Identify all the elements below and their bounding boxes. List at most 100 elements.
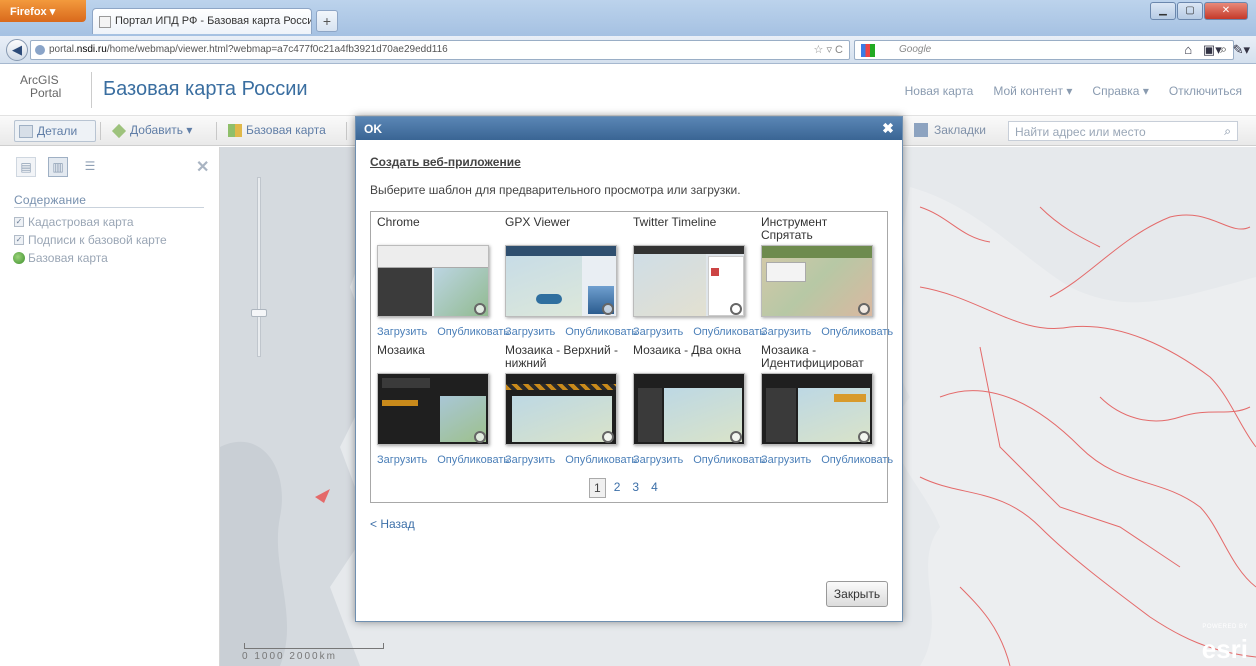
download-link[interactable]: Загрузить	[761, 454, 811, 466]
top-nav: Новая карта Мой контент ▾ Справка ▾ Откл…	[905, 84, 1242, 98]
template-name: Chrome	[377, 216, 420, 229]
add-icon	[111, 123, 127, 139]
layer-item[interactable]: ✓ Кадастровая карта	[14, 215, 204, 230]
scale-bar	[244, 643, 384, 649]
close-button[interactable]: Закрыть	[826, 581, 888, 607]
basemap-globe-icon	[13, 252, 25, 264]
url-bar[interactable]: portal.nsdi.ru/home/webmap/viewer.html?w…	[30, 40, 850, 60]
details-button[interactable]: Детали	[14, 120, 96, 142]
publish-link[interactable]: Опубликовать	[821, 326, 893, 338]
url-domain: nsdi.ru	[76, 44, 107, 55]
layer-item[interactable]: Базовая карта	[13, 251, 204, 266]
contents-tab-icon[interactable]: ▥	[48, 157, 68, 177]
close-icon[interactable]: ✖	[880, 120, 896, 136]
template-name: GPX Viewer	[505, 216, 571, 229]
find-address-input[interactable]: Найти адрес или место ⌕	[1008, 121, 1238, 141]
zoom-slider-handle[interactable]	[251, 309, 267, 317]
layer-label: Подписи к базовой карте	[28, 233, 167, 247]
template-actions: Загрузить Опубликовать	[377, 326, 519, 338]
download-link[interactable]: Загрузить	[505, 454, 555, 466]
about-tab-icon[interactable]: ▤	[16, 157, 36, 177]
template-actions: Загрузить Опубликовать	[377, 454, 519, 466]
maximize-icon[interactable]: ▢	[1177, 2, 1203, 20]
bookmark-star-icon[interactable]: ☆ ▿ C	[814, 43, 843, 56]
template-thumbnail[interactable]	[761, 373, 873, 445]
template-thumbnail[interactable]	[505, 245, 617, 317]
back-link[interactable]: < Назад	[370, 517, 415, 531]
new-tab-button[interactable]: +	[316, 10, 338, 32]
add-label: Добавить ▾	[130, 123, 193, 137]
nav-toolbar-icons: ⌂ ▣▾ ✎▾	[1184, 42, 1250, 58]
template-actions: Загрузить Опубликовать	[633, 454, 775, 466]
url-prefix: portal.	[49, 44, 77, 55]
download-link[interactable]: Загрузить	[633, 326, 683, 338]
page-link[interactable]: 1	[589, 478, 606, 498]
preview-magnifier-icon[interactable]	[858, 303, 870, 315]
browser-tab[interactable]: Портал ИПД РФ - Базовая карта России	[92, 8, 312, 34]
minimize-icon[interactable]: ▁	[1150, 2, 1176, 20]
nav-help[interactable]: Справка ▾	[1092, 84, 1148, 98]
template-thumbnail[interactable]	[633, 245, 745, 317]
arcgis-portal-logo[interactable]: ArcGIS Portal	[20, 74, 61, 100]
template-thumbnail[interactable]	[761, 245, 873, 317]
template-thumbnail[interactable]	[377, 373, 489, 445]
sidebar-close-icon[interactable]: ✕	[196, 157, 209, 177]
close-window-icon[interactable]: ✕	[1204, 2, 1248, 20]
preview-magnifier-icon[interactable]	[602, 303, 614, 315]
template-name: Мозаика - Два окна	[633, 344, 741, 357]
template-card[interactable]: Мозаика - Два окна Загрузить Опубликовать	[627, 340, 765, 468]
layer-label: Кадастровая карта	[28, 215, 134, 229]
layer-item[interactable]: ✓ Подписи к базовой карте	[14, 233, 204, 248]
preview-magnifier-icon[interactable]	[730, 303, 742, 315]
template-gallery: Chrome Загрузить Опубликовать GPX Viewer …	[370, 211, 893, 503]
preview-magnifier-icon[interactable]	[474, 303, 486, 315]
nav-new-map[interactable]: Новая карта	[905, 84, 974, 98]
home-icon[interactable]: ⌂	[1184, 42, 1192, 57]
addon-icon[interactable]: ▣▾	[1203, 42, 1222, 57]
download-link[interactable]: Загрузить	[633, 454, 683, 466]
page-link[interactable]: 3	[628, 478, 643, 498]
template-card[interactable]: Мозаика Загрузить Опубликовать	[371, 340, 509, 468]
publish-link[interactable]: Опубликовать	[821, 454, 893, 466]
template-card[interactable]: Мозаика - Идентифицироват Загрузить Опубл…	[755, 340, 893, 468]
download-link[interactable]: Загрузить	[761, 326, 811, 338]
details-icon	[19, 125, 33, 138]
bookmarks-button[interactable]: Закладки	[914, 123, 986, 137]
nav-my-content[interactable]: Мой контент ▾	[993, 84, 1072, 98]
extension-icon[interactable]: ✎▾	[1233, 42, 1250, 57]
google-engine-icon[interactable]	[861, 44, 875, 57]
search-icon[interactable]: ⌕	[1224, 124, 1231, 139]
template-card[interactable]: Chrome Загрузить Опубликовать	[371, 212, 509, 340]
template-card[interactable]: GPX Viewer Загрузить Опубликовать	[499, 212, 637, 340]
back-arrow-icon[interactable]: ◀	[6, 39, 28, 61]
zoom-slider-track[interactable]	[257, 177, 261, 357]
download-link[interactable]: Загрузить	[505, 326, 555, 338]
preview-magnifier-icon[interactable]	[858, 431, 870, 443]
nav-sign-out[interactable]: Отключиться	[1169, 84, 1242, 98]
preview-magnifier-icon[interactable]	[730, 431, 742, 443]
layer-checkbox[interactable]: ✓	[14, 217, 24, 227]
firefox-menu-button[interactable]: Firefox ▾	[0, 0, 86, 22]
download-link[interactable]: Загрузить	[377, 326, 427, 338]
esri-logo: POWERED BY esri	[1202, 616, 1248, 662]
preview-magnifier-icon[interactable]	[602, 431, 614, 443]
download-link[interactable]: Загрузить	[377, 454, 427, 466]
add-button[interactable]: Добавить ▾	[108, 120, 198, 142]
portal-header: ArcGIS Portal Базовая карта России Новая…	[0, 64, 1256, 116]
template-thumbnail[interactable]	[633, 373, 745, 445]
layer-checkbox[interactable]: ✓	[14, 235, 24, 245]
legend-tab-icon[interactable]: ☰	[80, 157, 100, 177]
template-thumbnail[interactable]	[505, 373, 617, 445]
site-identity-icon[interactable]	[35, 45, 45, 55]
esri-wordmark: esri	[1201, 634, 1248, 664]
web-search-input[interactable]: Google ⌕	[854, 40, 1234, 60]
basemap-button[interactable]: Базовая карта	[224, 120, 332, 142]
template-card[interactable]: Инструмент Спрятать Загрузить Опубликоват…	[755, 212, 893, 340]
page-link[interactable]: 4	[647, 478, 662, 498]
preview-magnifier-icon[interactable]	[474, 431, 486, 443]
template-thumbnail[interactable]	[377, 245, 489, 317]
toolbar-divider	[216, 122, 217, 140]
template-card[interactable]: Twitter Timeline Загрузить Опубликовать	[627, 212, 765, 340]
template-card[interactable]: Мозаика - Верхний - нижний Загрузить Опуб…	[499, 340, 637, 468]
page-link[interactable]: 2	[610, 478, 625, 498]
